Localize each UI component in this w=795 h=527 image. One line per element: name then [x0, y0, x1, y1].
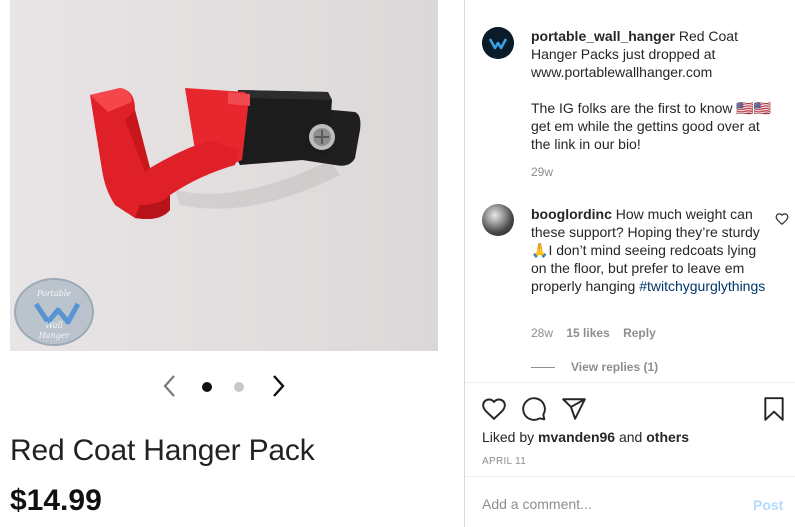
comment-icon[interactable] [521, 396, 547, 422]
comment-age[interactable]: 28w [531, 326, 553, 340]
caption-age[interactable]: 29w [531, 165, 553, 179]
caption-line2-text: The IG folks are the first to know [531, 100, 733, 116]
pray-emoji: 🙏 [531, 242, 549, 258]
share-icon[interactable] [561, 396, 587, 422]
reply-button[interactable]: Reply [623, 326, 656, 340]
view-replies-label: View replies (1) [571, 360, 659, 374]
watermark-text-mid: Wall [45, 321, 63, 330]
liked-by-others[interactable]: others [646, 429, 689, 445]
instagram-post-panel: portable_wall_hanger Red Coat Hanger Pac… [464, 0, 795, 527]
heart-icon[interactable] [481, 396, 507, 422]
chevron-right-icon[interactable] [269, 373, 289, 399]
comment-heart-icon[interactable] [775, 212, 789, 226]
liked-by-text: Liked by mvanden96 and others [482, 429, 689, 445]
liked-by-and: and [618, 429, 643, 445]
view-replies-button[interactable]: View replies (1) [531, 360, 658, 374]
watermark-text-bottom: Hanger [38, 331, 70, 340]
caption-line2-rest: get em while the gettins good over at th… [531, 118, 760, 152]
comment-meta: 28w 15 likes Reply [531, 326, 666, 340]
post-date[interactable]: APRIL 11 [482, 456, 526, 467]
product-price: $14.99 [10, 484, 102, 517]
brand-logo-icon [482, 27, 514, 59]
product-photo[interactable]: Portable Wall Hanger [10, 0, 438, 351]
bookmark-icon[interactable] [761, 396, 787, 422]
add-comment-input[interactable] [482, 496, 732, 512]
chevron-left-icon[interactable] [159, 373, 179, 399]
product-panel: Portable Wall Hanger Red Coat Hanger Pac… [0, 0, 464, 527]
comment-body: booglordinc How much weight can these su… [531, 205, 767, 295]
avatar[interactable] [482, 27, 514, 59]
brand-watermark-logo: Portable Wall Hanger [14, 278, 94, 346]
comment-username[interactable]: booglordinc [531, 206, 612, 222]
replies-divider-line [531, 367, 555, 369]
comment-likes[interactable]: 15 likes [566, 326, 609, 340]
carousel-dot[interactable] [234, 382, 244, 392]
post-comment-button[interactable]: Post [753, 497, 783, 513]
comment-hashtag[interactable]: #twitchygurglythings [639, 278, 765, 294]
image-carousel-controls [155, 371, 295, 401]
divider [465, 476, 795, 477]
flag-emoji: 🇺🇸🇺🇸 [736, 100, 772, 116]
liked-by-user[interactable]: mvanden96 [538, 429, 615, 445]
commenter-avatar[interactable] [482, 204, 514, 236]
divider [465, 382, 795, 383]
post-caption: portable_wall_hanger Red Coat Hanger Pac… [531, 27, 783, 171]
carousel-dot-active[interactable] [202, 382, 212, 392]
owner-username[interactable]: portable_wall_hanger [531, 28, 675, 44]
product-title: Red Coat Hanger Pack [10, 434, 315, 467]
caption-link[interactable]: www.portablewallhanger.com [531, 64, 712, 80]
liked-by-prefix: Liked by [482, 429, 535, 445]
